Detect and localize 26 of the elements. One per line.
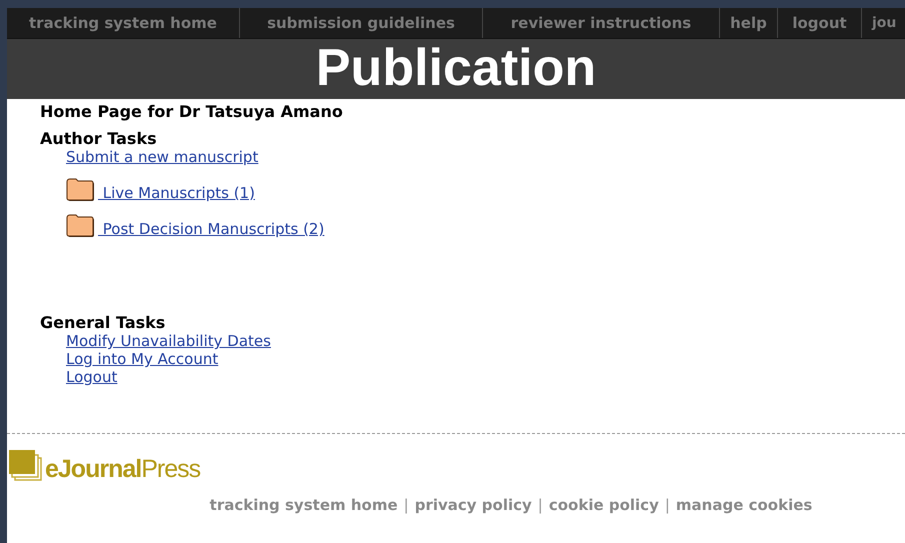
nav-tab[interactable]: tracking system home bbox=[7, 8, 240, 38]
banner-title: Publication bbox=[316, 42, 596, 96]
folder-icon bbox=[66, 178, 97, 202]
task-link[interactable]: Log into My Account bbox=[66, 350, 218, 368]
folder-link[interactable]: Post Decision Manuscripts (2) bbox=[98, 220, 324, 238]
nav-tab[interactable]: reviewer instructions bbox=[483, 8, 720, 38]
separator: | bbox=[538, 496, 543, 514]
folder-icon bbox=[66, 214, 97, 238]
separator: | bbox=[664, 496, 670, 514]
footer-link[interactable]: tracking system home bbox=[210, 496, 398, 514]
nav-tab[interactable]: logout bbox=[778, 8, 862, 38]
task-link[interactable]: Modify Unavailability Dates bbox=[66, 332, 271, 350]
folder-link[interactable]: Live Manuscripts (1) bbox=[98, 184, 255, 202]
page-title: Home Page for Dr Tatsuya Amano bbox=[40, 102, 344, 121]
separator: | bbox=[404, 496, 409, 514]
footer-link[interactable]: manage cookies bbox=[676, 496, 812, 514]
task-link[interactable]: Submit a new manuscript bbox=[66, 148, 258, 166]
footer-link[interactable]: privacy policy bbox=[414, 496, 532, 514]
section-title: Author Tasks bbox=[40, 129, 158, 148]
logo-text: eJournalPress bbox=[45, 457, 200, 482]
task-link[interactable]: Logout bbox=[66, 368, 118, 386]
footer-link[interactable]: cookie policy bbox=[548, 496, 659, 514]
nav-tab[interactable]: submission guidelines bbox=[240, 8, 483, 38]
nav-tab[interactable]: help bbox=[720, 8, 778, 38]
nav-tab[interactable]: jou bbox=[862, 8, 905, 38]
section-title: General Tasks bbox=[40, 313, 166, 332]
